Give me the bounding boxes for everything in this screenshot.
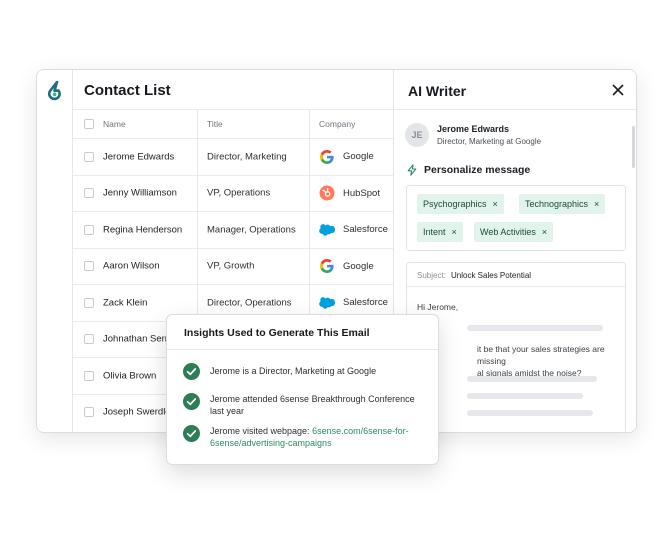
email-greeting: Hi Jerome, xyxy=(417,302,459,312)
insight-text: Jerome attended 6sense Breakthrough Conf… xyxy=(210,394,415,416)
subject-label: Subject: xyxy=(417,271,446,280)
company-name: Salesforce xyxy=(343,224,388,236)
avatar: JE xyxy=(405,123,429,147)
company-name: Salesforce xyxy=(343,297,388,309)
hubspot-icon xyxy=(319,185,335,201)
insight-item: Jerome is a Director, Marketing at Googl… xyxy=(183,363,420,380)
contact-name: Jenny Williamson xyxy=(103,187,177,199)
6sense-logo-icon[interactable] xyxy=(46,81,64,101)
recipient-role: Director, Marketing at Google xyxy=(437,137,542,146)
check-circle-icon xyxy=(183,425,200,442)
text-placeholder-line xyxy=(467,410,593,416)
company-name: HubSpot xyxy=(343,187,380,199)
company-name: Google xyxy=(343,260,374,272)
contact-name: Regina Henderson xyxy=(103,224,183,236)
tag-remove-icon[interactable]: × xyxy=(452,227,457,237)
insight-item: Jerome visited webpage: 6sense.com/6sens… xyxy=(183,425,420,449)
contact-company: HubSpot xyxy=(319,185,380,201)
contact-company: Salesforce xyxy=(319,222,388,238)
row-checkbox[interactable] xyxy=(84,334,94,345)
contact-name: Jerome Edwards xyxy=(103,151,175,163)
subject-value[interactable]: Unlock Sales Potential xyxy=(451,271,531,280)
row-checkbox[interactable] xyxy=(84,370,94,381)
panel-divider xyxy=(394,109,636,110)
personalize-message-label: Personalize message xyxy=(424,164,531,176)
contact-company: Salesforce xyxy=(319,295,388,311)
insight-text: Jerome visited webpage: 6sense.com/6sens… xyxy=(210,425,420,449)
row-checkbox[interactable] xyxy=(84,188,94,199)
salesforce-icon xyxy=(319,223,335,236)
tag-label: Technographics xyxy=(525,199,589,209)
email-editor[interactable]: Subject: Unlock Sales Potential Hi Jerom… xyxy=(406,262,626,432)
scrollbar[interactable] xyxy=(632,126,635,168)
table-row[interactable]: Regina Henderson Manager, Operations Sal… xyxy=(73,211,429,248)
contact-company: Google xyxy=(319,149,374,165)
select-all-checkbox[interactable] xyxy=(84,119,94,129)
row-checkbox[interactable] xyxy=(84,297,94,308)
row-checkbox[interactable] xyxy=(84,407,94,418)
table-header-row: Name Title Company xyxy=(73,109,429,138)
tag-psychographics[interactable]: Psychographics × xyxy=(417,194,504,214)
tag-remove-icon[interactable]: × xyxy=(542,227,547,237)
text-placeholder-line xyxy=(467,376,597,382)
insight-text: Jerome is a Director, Marketing at Googl… xyxy=(210,366,377,376)
tag-remove-icon[interactable]: × xyxy=(594,199,599,209)
email-body-line: it be that your sales strategies are mis… xyxy=(477,344,605,366)
google-icon xyxy=(320,259,334,274)
tag-intent[interactable]: Intent × xyxy=(417,222,463,242)
contact-company: Google xyxy=(319,258,374,274)
contact-title: VP, Operations xyxy=(207,187,271,199)
insights-divider xyxy=(167,349,438,350)
contact-title: Director, Marketing xyxy=(207,151,287,163)
column-header-company[interactable]: Company xyxy=(319,119,355,129)
table-row[interactable]: Aaron Wilson VP, Growth Google xyxy=(73,247,429,285)
tag-technographics[interactable]: Technographics × xyxy=(519,194,606,214)
subject-row[interactable]: Subject: Unlock Sales Potential xyxy=(407,263,625,287)
recipient-name: Jerome Edwards xyxy=(437,124,510,134)
contact-name: Zack Klein xyxy=(103,297,148,309)
tag-remove-icon[interactable]: × xyxy=(493,199,498,209)
contact-list-title: Contact List xyxy=(84,82,171,99)
tag-web-activities[interactable]: Web Activities × xyxy=(474,222,554,242)
personalization-tags: Psychographics × Technographics × Intent… xyxy=(406,185,626,251)
insights-card: Insights Used to Generate This Email Jer… xyxy=(166,314,439,465)
row-checkbox[interactable] xyxy=(84,151,94,162)
lightning-icon xyxy=(407,164,417,176)
insight-text-prefix: Jerome visited webpage: xyxy=(210,426,313,436)
text-placeholder-line xyxy=(467,393,583,399)
close-icon[interactable] xyxy=(611,83,625,97)
contact-title: Manager, Operations xyxy=(207,224,296,236)
contact-name: Aaron Wilson xyxy=(103,260,160,272)
email-body: it be that your sales strategies are mis… xyxy=(417,343,617,379)
tag-label: Psychographics xyxy=(423,199,487,209)
insights-title: Insights Used to Generate This Email xyxy=(184,327,370,339)
company-name: Google xyxy=(343,151,374,163)
ai-writer-title: AI Writer xyxy=(408,83,467,99)
column-header-title[interactable]: Title xyxy=(207,119,223,129)
salesforce-icon xyxy=(319,296,335,309)
contact-title: Director, Operations xyxy=(207,297,292,309)
row-checkbox[interactable] xyxy=(84,224,94,235)
table-row[interactable]: Jenny Williamson VP, Operations HubSpot xyxy=(73,174,429,212)
column-header-name[interactable]: Name xyxy=(103,119,203,129)
tag-label: Web Activities xyxy=(480,227,536,237)
check-circle-icon xyxy=(183,393,200,410)
row-checkbox[interactable] xyxy=(84,261,94,272)
google-icon xyxy=(320,149,334,164)
contact-title: VP, Growth xyxy=(207,260,255,272)
tag-label: Intent xyxy=(423,227,446,237)
nav-rail xyxy=(37,70,73,432)
table-row[interactable]: Jerome Edwards Director, Marketing Googl… xyxy=(73,138,429,175)
check-circle-icon xyxy=(183,363,200,380)
insight-item: Jerome attended 6sense Breakthrough Conf… xyxy=(183,393,420,417)
text-placeholder-line xyxy=(467,325,603,331)
